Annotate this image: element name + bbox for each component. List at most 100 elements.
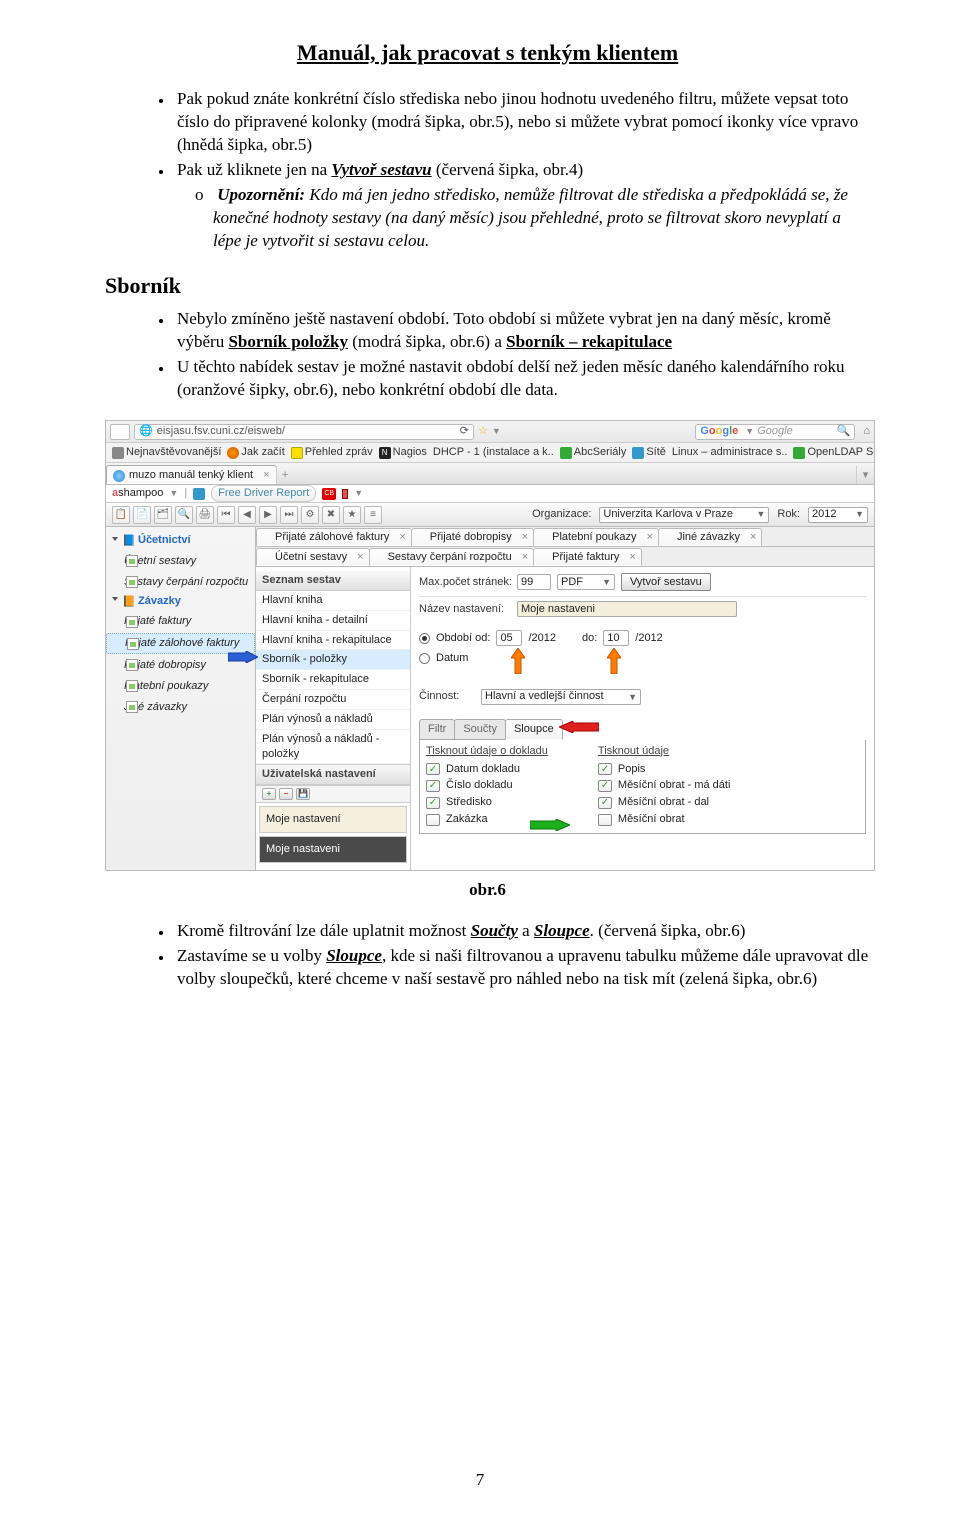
checkbox-icon[interactable]: ✓ [426,763,440,775]
check-row[interactable]: ✓Datum dokladu [426,762,548,777]
close-icon[interactable]: × [647,530,653,545]
close-icon[interactable]: × [263,468,269,483]
cb-icon[interactable]: CB [322,488,336,500]
toolbtn-4[interactable]: 🔍 [175,506,193,524]
check-row[interactable]: ✓Popis [598,762,731,777]
list-item[interactable]: Hlavní kniha - rekapitulace [256,631,410,651]
sidebar-ucetnictvi[interactable]: 📘Účetnictví [106,531,255,550]
apptab-poukazy[interactable]: Platební poukazy× [533,528,659,546]
save-icon[interactable]: 💾 [296,788,310,800]
radio-obdobi[interactable] [419,633,430,644]
checkbox-icon[interactable]: ✓ [426,797,440,809]
bm-most-visited[interactable]: Nejnavštěvovanější [112,445,221,460]
radio-datum[interactable] [419,653,430,664]
list-item-sbornik-polozky[interactable]: Sborník - položky [256,650,410,670]
cinnost-select[interactable]: Hlavní a vedlejší činnost▼ [481,689,641,705]
list-item[interactable]: Plán výnosů a nákladů - položky [256,730,410,765]
apptab-zalohove[interactable]: Přijaté zálohové faktury× [256,528,412,546]
sidebar-prijate-faktury[interactable]: Přijaté faktury [106,612,255,631]
bm-ldap[interactable]: OpenLDAP Server [793,445,874,460]
sidebar-jine-zavazky[interactable]: Jiné závazky [106,698,255,717]
list-item[interactable]: Hlavní kniha - detailní [256,611,410,631]
toolbtn-13[interactable]: ≡ [364,506,382,524]
checkbox-icon[interactable]: ✓ [426,780,440,792]
close-icon[interactable]: × [399,530,405,545]
chevron-down-icon[interactable]: ▼ [169,487,178,499]
od-month-input[interactable]: 05 [496,630,522,646]
close-icon[interactable]: × [522,550,528,565]
format-select[interactable]: PDF▼ [557,574,615,590]
do-month-input[interactable]: 10 [603,630,629,646]
vytvor-sestavu-button[interactable]: Vytvoř sestavu [621,573,711,591]
check-row[interactable]: ✓Měsíční obrat [598,812,731,827]
toolbtn-1[interactable]: 📋 [112,506,130,524]
nazev-input[interactable]: Moje nastaveni [517,601,737,617]
address-bar[interactable]: 🌐 eisjasu.fsv.cuni.cz/eisweb/ ⟳ [134,424,474,440]
subtab-soucty[interactable]: Součty [454,719,506,740]
checkbox-icon[interactable]: ✓ [426,814,440,826]
list-item[interactable]: Sborník - rekapitulace [256,670,410,690]
bookmark-star-icon[interactable]: ☆ [478,424,488,439]
browser-tab[interactable]: muzo manuál tenký klient × [106,465,277,484]
bm-abc[interactable]: AbcSeriály [560,445,627,460]
bm-linux[interactable]: Linux – administrace s.. [672,445,788,460]
toolbtn-9[interactable]: ⏭ [280,506,298,524]
check-row[interactable]: ✓Číslo dokladu [426,778,548,793]
check-row[interactable]: ✓Měsíční obrat - dal [598,795,731,810]
sidebar-zavazky[interactable]: 📙Závazky [106,592,255,611]
org-select[interactable]: Univerzita Karlova v Praze▼ [599,507,769,523]
toolbtn-3[interactable]: 🗂 [154,506,172,524]
toolbtn-6[interactable]: ⏮ [217,506,235,524]
apptab-cerpani[interactable]: Sestavy čerpání rozpočtu× [369,548,535,566]
subtab-sloupce[interactable]: Sloupce [505,719,563,740]
search-input[interactable]: Google ▼ Google 🔍 [695,424,855,440]
add-icon[interactable]: + [262,788,276,800]
max-pages-input[interactable]: 99 [517,574,551,590]
toolbtn-12[interactable]: ★ [343,506,361,524]
addon-icon[interactable] [193,488,205,500]
bm-site[interactable]: Sítě [632,445,666,460]
new-tab-button[interactable]: + [276,466,294,484]
checkbox-icon[interactable]: ✓ [598,797,612,809]
search-icon[interactable]: 🔍 [837,424,851,439]
remove-icon[interactable]: − [279,788,293,800]
close-icon[interactable]: × [629,550,635,565]
check-row[interactable]: ✓Měsíční obrat - má dáti [598,778,731,793]
apptab-jine[interactable]: Jiné závazky× [658,528,762,546]
bm-headlines[interactable]: Přehled zpráv [291,445,373,460]
user-setting-entry[interactable]: Moje nastavení [259,806,407,833]
bm-nagios[interactable]: NNagios [379,445,427,460]
toolbtn-2[interactable]: 📄 [133,506,151,524]
toolbtn-7[interactable]: ◀ [238,506,256,524]
chevron-down-icon[interactable]: ▼ [354,487,363,499]
home-icon[interactable]: ⌂ [863,424,870,439]
checkbox-icon[interactable]: ✓ [598,763,612,775]
sidebar-ucetni-sestavy[interactable]: Účetní sestavy [106,552,255,571]
apptab-dobropisy[interactable]: Přijaté dobropisy× [411,528,534,546]
close-icon[interactable]: × [522,530,528,545]
list-item[interactable]: Hlavní kniha [256,591,410,611]
refresh-icon[interactable]: ⟳ [460,424,469,439]
subtab-filtr[interactable]: Filtr [419,719,455,740]
list-item[interactable]: Čerpání rozpočtu [256,690,410,710]
bm-dhcp[interactable]: DHCP - 1 (instalace a k.. [433,445,554,460]
toolbar-bar-icon[interactable] [342,489,348,499]
toolbtn-11[interactable]: ✖ [322,506,340,524]
chevron-down-icon[interactable]: ▼ [492,425,501,437]
year-select[interactable]: 2012▼ [808,507,868,523]
toolbtn-5[interactable]: 🖨 [196,506,214,524]
toolbtn-8[interactable]: ▶ [259,506,277,524]
list-item[interactable]: Plán výnosů a nákladů [256,710,410,730]
apptab-ucetni-sestavy[interactable]: Účetní sestavy× [256,548,370,566]
user-setting-entry-selected[interactable]: Moje nastaveni [259,836,407,863]
toolbtn-10[interactable]: ⚙ [301,506,319,524]
apptab-prijate-faktury[interactable]: Přijaté faktury× [533,548,642,566]
checkbox-icon[interactable]: ✓ [598,780,612,792]
check-row[interactable]: ✓Středisko [426,795,548,810]
tabs-dropdown[interactable]: ▾ [856,466,874,484]
close-icon[interactable]: × [750,530,756,545]
checkbox-icon[interactable]: ✓ [598,814,612,826]
chevron-down-icon[interactable]: ▼ [745,425,754,437]
free-driver-report-button[interactable]: Free Driver Report [211,485,316,502]
sidebar-platebni-poukazy[interactable]: Platební poukazy [106,677,255,696]
